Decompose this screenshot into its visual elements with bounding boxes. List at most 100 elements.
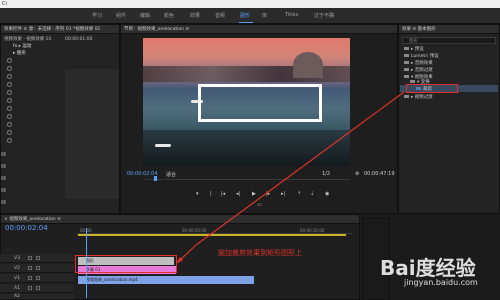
tree-item-label: ▸ 音频过渡 [411, 68, 433, 73]
eye-icon[interactable] [36, 256, 40, 260]
track-header-v2[interactable]: V2 [0, 264, 74, 273]
program-playhead[interactable] [154, 176, 157, 181]
video-clip[interactable]: 视频效果_onelocation.mp4 [78, 276, 254, 284]
tree-item-audio-effects[interactable]: ▸ 音频效果 [404, 60, 433, 66]
mute-icon[interactable] [28, 286, 32, 290]
effects-search-input[interactable] [402, 37, 496, 44]
folder-icon [404, 68, 409, 71]
track-header-a1[interactable]: A1 [0, 284, 74, 293]
timeline-tick: 00:00:05:00 [182, 228, 207, 233]
eye-icon[interactable] [36, 276, 40, 280]
work-area-bar[interactable] [78, 234, 346, 236]
effect-graphic-row[interactable]: ▸ 图形 [13, 50, 26, 56]
pen-tool-icon[interactable] [1, 200, 6, 204]
stopwatch-icon[interactable] [7, 138, 12, 143]
step-forward-icon[interactable]: |▸ [266, 191, 270, 197]
solo-icon[interactable] [36, 286, 40, 290]
program-duration: 00:00:47:19 [364, 171, 395, 177]
video-foreground-water [143, 130, 350, 166]
stopwatch-icon[interactable] [7, 90, 12, 95]
timeline-timecode[interactable]: 00:00:02:04 [5, 224, 48, 232]
track-header-a2[interactable]: A2 [0, 294, 74, 300]
effect-controls-panel: 效果控件 ≡ 源：未选择 · 序列 01 *视图效果 01 视频效果 · 视频效… [0, 24, 120, 214]
mark-in-icon[interactable]: ▾ [196, 191, 199, 197]
effect-controls-sequence: 视频效果 · 视频效果 01 [4, 37, 52, 42]
window-title: Ci [0, 0, 500, 8]
effect-keyframe-area [65, 69, 119, 199]
lock-icon[interactable] [28, 276, 32, 280]
selection-tool-icon[interactable] [1, 152, 6, 156]
menu-extra[interactable]: 过于不确 [314, 12, 334, 19]
tree-item-label: ▸ 音频效果 [411, 61, 433, 66]
program-time-ruler[interactable] [145, 179, 350, 180]
tree-item-audio-transitions[interactable]: ▸ 音频过渡 [404, 67, 433, 73]
playback-resolution-select[interactable]: 1/2 [322, 171, 330, 177]
track-label: A2 [14, 294, 20, 299]
active-workspace-indicator [239, 22, 253, 23]
menu-graphics[interactable]: 图形 [240, 12, 250, 19]
workspace-menu-bar: 学习 组件 编辑 颜色 效果 音频 图形 库 Titles 过于不确 [0, 8, 500, 24]
effect-motion-row[interactable]: fx ▸ 运动 [13, 43, 31, 49]
fit-zoom-select[interactable]: 适合 [166, 171, 176, 178]
watermark-logo: Bai度经验 [380, 256, 476, 280]
effects-panel-title[interactable]: 效果 ≡ 基本图形 [399, 25, 499, 34]
step-back-icon[interactable]: ◂| [236, 191, 240, 197]
timeline-playhead[interactable] [86, 228, 87, 298]
folder-icon [410, 80, 415, 83]
settings-icon[interactable]: ▭ [257, 202, 262, 208]
eye-icon[interactable] [36, 266, 40, 270]
track-header-v1[interactable]: V1 [0, 274, 74, 283]
graphic-clip-highlight-box [75, 255, 177, 273]
rectangle-graphic[interactable] [198, 84, 322, 122]
stopwatch-icon[interactable] [7, 130, 12, 135]
stopwatch-icon[interactable] [7, 66, 12, 71]
menu-libraries[interactable]: 库 [262, 12, 267, 19]
track-label: A1 [14, 286, 20, 291]
menu-effects[interactable]: 效果 [190, 12, 200, 19]
menu-titles[interactable]: Titles [285, 12, 298, 18]
tree-item-video-transitions[interactable]: ▸ 视频过渡 [404, 94, 433, 100]
tree-item-presets[interactable]: ▸ 预设 [404, 46, 424, 52]
stopwatch-icon[interactable] [7, 98, 12, 103]
stopwatch-icon[interactable] [7, 122, 12, 127]
razor-tool-icon[interactable] [1, 188, 6, 192]
tree-item-label: ▸ 视频过渡 [411, 95, 433, 100]
lock-icon[interactable] [28, 256, 32, 260]
stopwatch-icon[interactable] [7, 106, 12, 111]
stopwatch-icon[interactable] [7, 114, 12, 119]
video-boat [155, 144, 171, 147]
menu-audio[interactable]: 音频 [215, 12, 225, 19]
play-icon[interactable]: ▶ [252, 191, 256, 197]
track-header-v3[interactable]: V3 [0, 254, 74, 263]
lock-icon[interactable] [28, 266, 32, 270]
timeline-title[interactable]: × 视频效果_onelocation ≡ [1, 215, 359, 224]
menu-learn[interactable]: 学习 [92, 12, 102, 19]
folder-icon [404, 47, 409, 50]
export-frame-icon[interactable]: ◉ [325, 191, 329, 197]
wrench-icon[interactable]: ⚙ [355, 171, 359, 177]
track-label: V1 [14, 276, 20, 281]
tree-item-label: Lumetri 预设 [411, 54, 439, 59]
stopwatch-icon[interactable] [7, 58, 12, 63]
menu-editing[interactable]: 编辑 [140, 12, 150, 19]
stopwatch-icon[interactable] [7, 74, 12, 79]
go-to-in-icon[interactable]: |◂ [221, 191, 225, 197]
track-select-tool-icon[interactable] [1, 164, 6, 168]
menu-color[interactable]: 颜色 [164, 12, 174, 19]
menu-assembly[interactable]: 组件 [116, 12, 126, 19]
instruction-annotation: 施加裁剪效果到矩形图形上 [218, 249, 302, 257]
mark-out-icon[interactable]: | [210, 191, 212, 197]
effect-controls-timecode: 00:00:01:00 [65, 37, 93, 42]
folder-icon [404, 75, 409, 78]
tree-item-lumetri[interactable]: Lumetri 预设 [404, 53, 439, 59]
stopwatch-icon[interactable] [7, 82, 12, 87]
lift-icon[interactable]: ⇡ [297, 191, 301, 197]
extract-icon[interactable]: ⇣ [310, 191, 314, 197]
effect-controls-title[interactable]: 效果控件 ≡ 源：未选择 · 序列 01 *视图效果 01 [1, 25, 119, 34]
track-label: V2 [14, 266, 20, 271]
folder-icon [404, 61, 409, 64]
program-current-time[interactable]: 00:00:02:04 [127, 171, 158, 177]
ripple-edit-tool-icon[interactable] [1, 176, 6, 180]
go-to-out-icon[interactable]: ▸| [281, 191, 285, 197]
program-monitor-title[interactable]: 节目：视频效果_onelocation ≡ [121, 25, 397, 34]
